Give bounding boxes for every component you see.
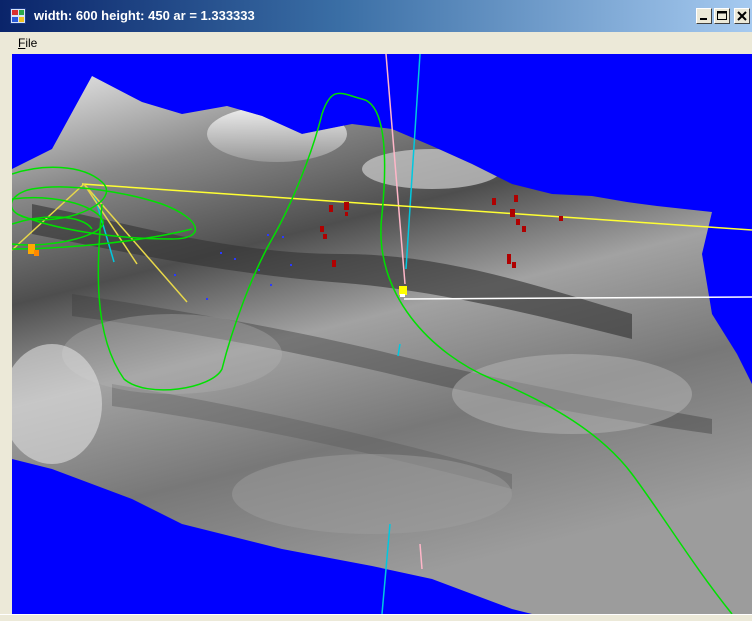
window-title: width: 600 height: 450 ar = 1.333333 [34, 8, 255, 23]
title-bar[interactable]: width: 600 height: 450 ar = 1.333333 [0, 0, 752, 32]
window-bottom-border [0, 614, 752, 621]
3d-viewport[interactable] [12, 54, 752, 614]
menu-bar: File [0, 32, 752, 54]
minimize-icon [700, 18, 707, 20]
menu-file[interactable]: File [18, 36, 37, 50]
maximize-icon [717, 11, 727, 20]
app-window: width: 600 height: 450 ar = 1.333333 Fil… [0, 0, 752, 621]
window-app-icon[interactable] [10, 8, 26, 24]
menu-file-label: ile [25, 36, 38, 50]
minimize-button[interactable] [696, 8, 712, 24]
terrain-scene [12, 54, 752, 614]
maximize-button[interactable] [714, 8, 730, 24]
close-button[interactable] [734, 8, 750, 24]
close-icon [737, 11, 747, 21]
